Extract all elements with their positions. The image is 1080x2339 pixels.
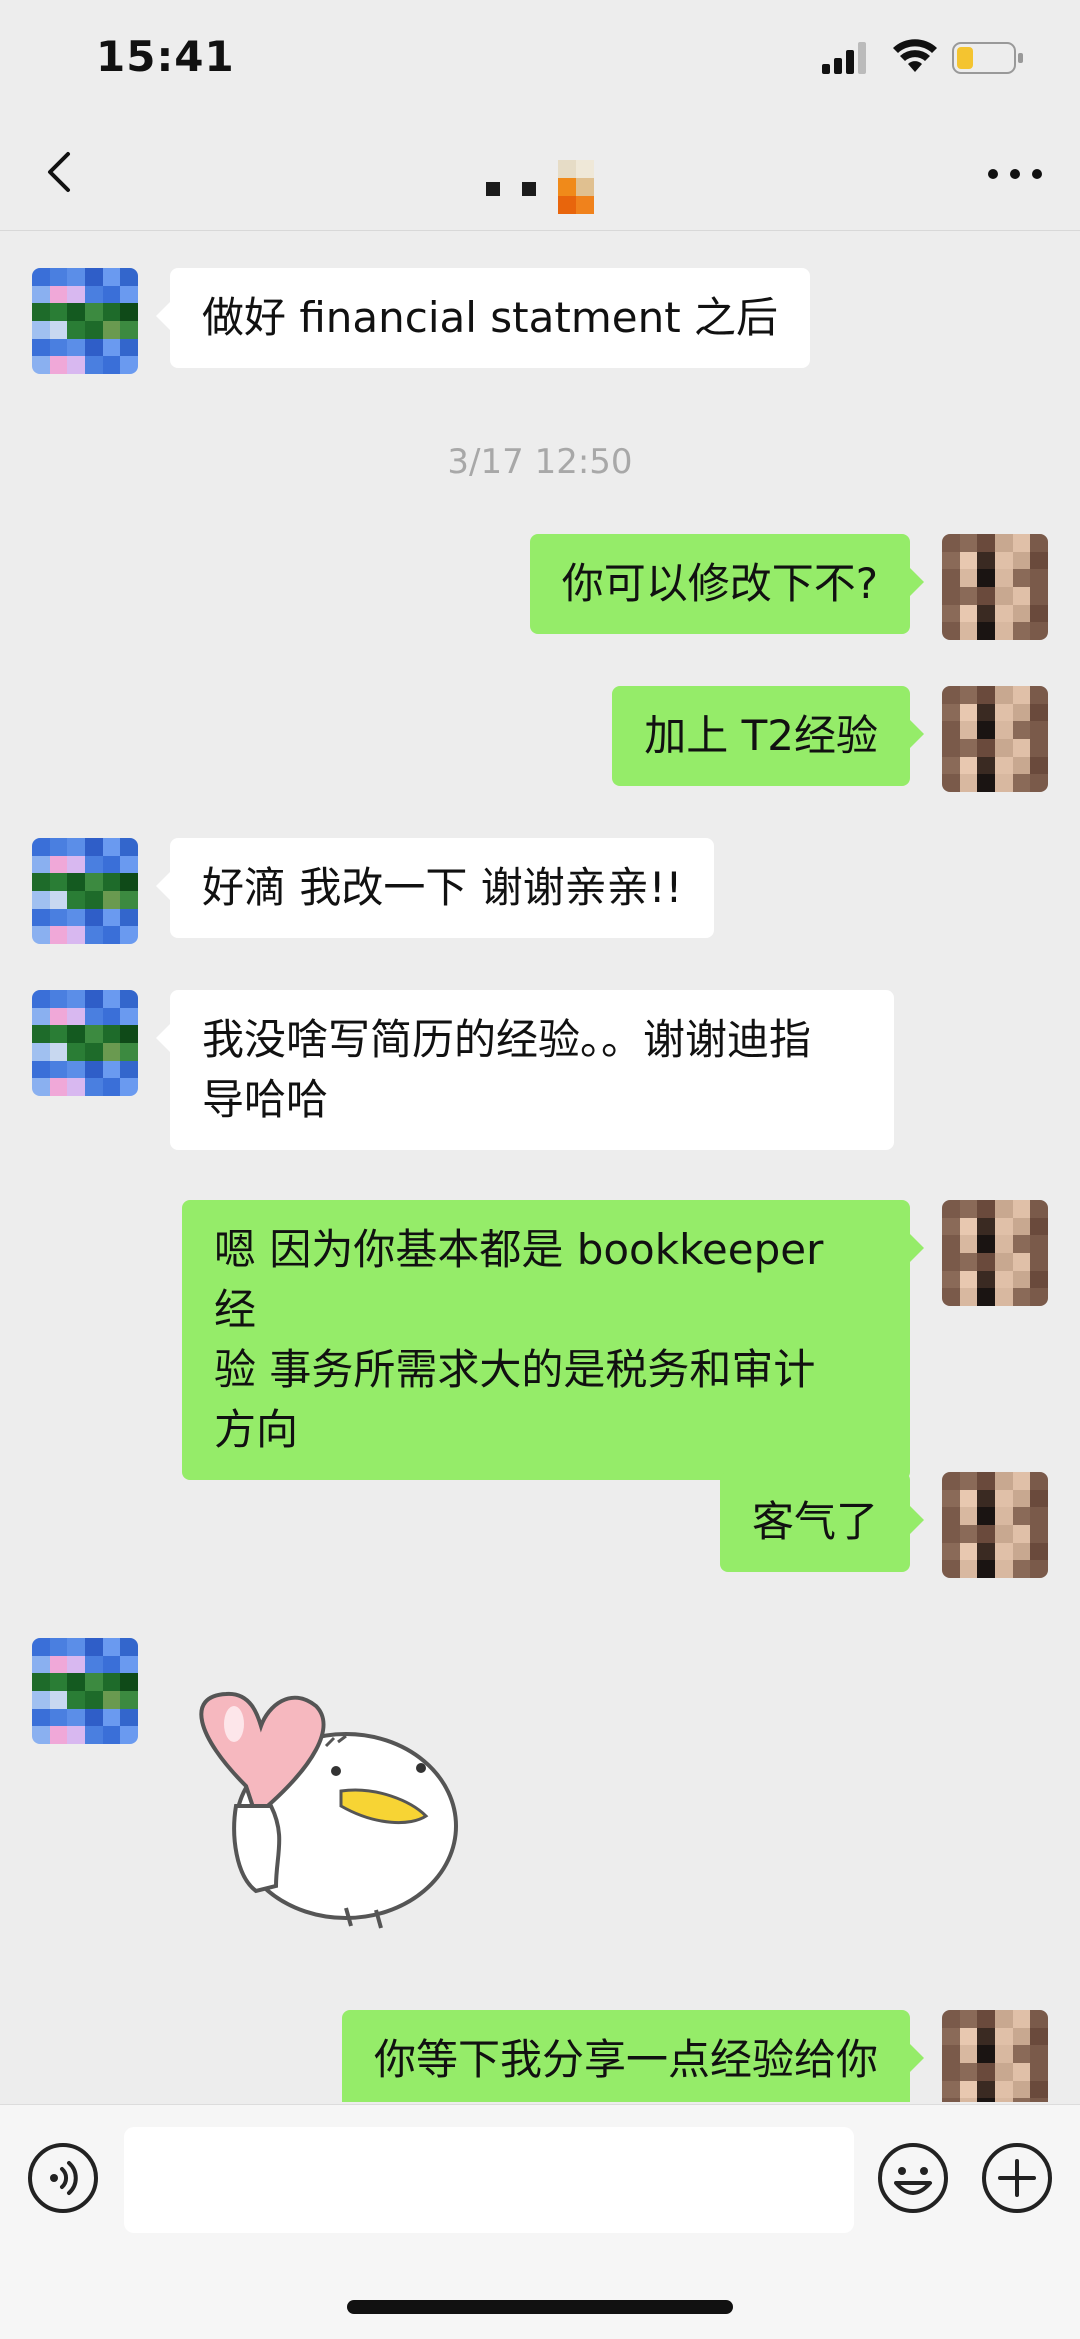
chat-header	[0, 120, 1080, 231]
emoji-icon[interactable]	[876, 2141, 950, 2215]
contact-avatar[interactable]	[32, 1638, 138, 1744]
message-bubble-outgoing[interactable]: 你可以修改下不?	[529, 534, 925, 634]
home-indicator[interactable]	[347, 2300, 733, 2314]
message-bubble-outgoing[interactable]: 客气了	[719, 1472, 925, 1572]
contact-avatar[interactable]	[32, 838, 138, 944]
message-list[interactable]: 做好 financial statment 之后 3/17 12:50 你可以修…	[0, 232, 1080, 2102]
message-bubble-incoming[interactable]: 我没啥写简历的经验。。谢谢迪指 导哈哈	[156, 990, 894, 1150]
wifi-icon	[893, 39, 937, 72]
status-bar: 15:41	[0, 0, 1080, 120]
my-avatar[interactable]	[942, 1200, 1048, 1306]
contact-avatar[interactable]	[32, 268, 138, 374]
ellipsis-icon[interactable]	[980, 154, 1050, 194]
duck-holding-heart-sticker[interactable]	[176, 1676, 476, 1936]
my-avatar[interactable]	[942, 534, 1048, 640]
battery-icon	[952, 42, 1023, 74]
message-bubble-outgoing[interactable]: 你等下我分享一点经验给你	[341, 2010, 925, 2102]
my-avatar[interactable]	[942, 686, 1048, 792]
message-bubble-incoming[interactable]: 做好 financial statment 之后	[155, 268, 811, 368]
message-input[interactable]	[124, 2127, 854, 2233]
voice-icon[interactable]	[26, 2141, 100, 2215]
message-bubble-outgoing[interactable]: 嗯 因为你基本都是 bookkeeper 经 验 事务所需求大的是税务和审计 方…	[182, 1200, 924, 1480]
clock: 15:41	[96, 32, 235, 81]
message-timestamp: 3/17 12:50	[447, 442, 633, 482]
chevron-left-icon[interactable]	[30, 142, 90, 202]
message-bubble-outgoing[interactable]: 加上 T2经验	[612, 686, 924, 786]
contact-name-obscured	[486, 160, 594, 214]
my-avatar[interactable]	[942, 1472, 1048, 1578]
signal-icon	[822, 42, 866, 74]
plus-icon[interactable]	[980, 2141, 1054, 2215]
message-bubble-incoming[interactable]: 好滴 我改一下 谢谢亲亲!!	[155, 838, 715, 938]
my-avatar[interactable]	[942, 2010, 1048, 2102]
contact-avatar[interactable]	[32, 990, 138, 1096]
